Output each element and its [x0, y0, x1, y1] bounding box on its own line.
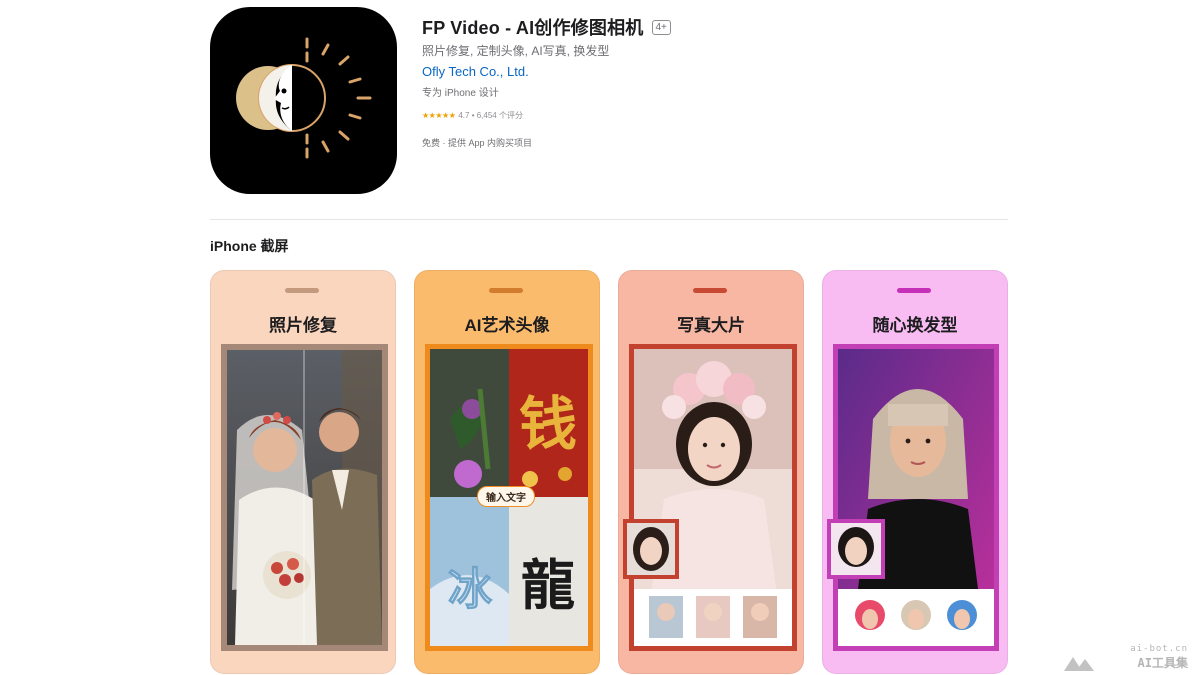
app-title: FP Video - AI创作修图相机: [422, 18, 644, 38]
notch-pill: [489, 288, 523, 293]
watermark-name: AI工具集: [1137, 656, 1188, 670]
screenshot-photo-restore[interactable]: 照片修复: [210, 270, 396, 674]
screenshot-caption: 照片修复: [269, 316, 337, 335]
screenshot-hairstyle[interactable]: 随心换发型: [822, 270, 1008, 674]
screenshot-ai-art[interactable]: AI艺术头像 钱 冰 龍 输入文字: [414, 270, 600, 674]
screenshot-caption: 随心换发型: [872, 316, 958, 335]
app-subtitle: 照片修复, 定制头像, AI写真, 换发型: [422, 44, 610, 58]
divider: [210, 219, 1008, 220]
input-text-chip: 输入文字: [477, 486, 535, 507]
svg-text:冰: 冰: [448, 564, 493, 615]
app-logo-icon: [236, 37, 372, 159]
screenshot-portrait[interactable]: 写真大片: [618, 270, 804, 674]
portrait-photo-image: [634, 349, 792, 646]
screenshot-caption: AI艺术头像: [464, 316, 550, 335]
photo-frame: [629, 344, 797, 651]
notch-pill: [693, 288, 727, 293]
rating-text: 4.7 • 6,454 个评分: [458, 111, 523, 120]
svg-text:龍: 龍: [521, 553, 575, 617]
source-face-thumbnail: [827, 519, 885, 579]
wedding-photo-image: [227, 350, 382, 645]
notch-pill: [897, 288, 931, 293]
age-rating-badge: 4+: [651, 19, 671, 35]
watermark-url: ai-bot.cn: [1130, 644, 1188, 654]
watermark-logo-icon: [1064, 657, 1094, 671]
rating: ★★★★★ 4.7 • 6,454 个评分: [422, 110, 671, 121]
notch-pill: [285, 288, 319, 293]
face-thumbnail-image: [838, 527, 874, 567]
photo-frame: [833, 344, 999, 651]
svg-text:钱: 钱: [519, 390, 577, 458]
screenshot-carousel[interactable]: 照片修复 AI艺术头像 钱 冰 龍 输入文字 写真大片 随心换发型: [210, 270, 1010, 675]
watermark: ai-bot.cn AI工具集: [1130, 644, 1188, 671]
source-face-thumbnail: [623, 519, 679, 579]
star-icon: ★★★★★: [422, 111, 456, 120]
price-info: 免费 · 提供 App 内购买项目: [422, 138, 533, 148]
developer-link[interactable]: Ofly Tech Co., Ltd.: [422, 64, 529, 79]
designed-for: 专为 iPhone 设计: [422, 88, 499, 99]
screenshots-title: iPhone 截屏: [210, 238, 289, 254]
hairstyle-photo-image: [838, 349, 994, 646]
app-info: FP Video - AI创作修图相机 4+ 照片修复, 定制头像, AI写真,…: [422, 15, 671, 149]
screenshot-caption: 写真大片: [677, 316, 745, 335]
app-icon: [210, 7, 397, 194]
face-thumbnail-image: [633, 527, 669, 571]
photo-frame: [221, 344, 388, 651]
